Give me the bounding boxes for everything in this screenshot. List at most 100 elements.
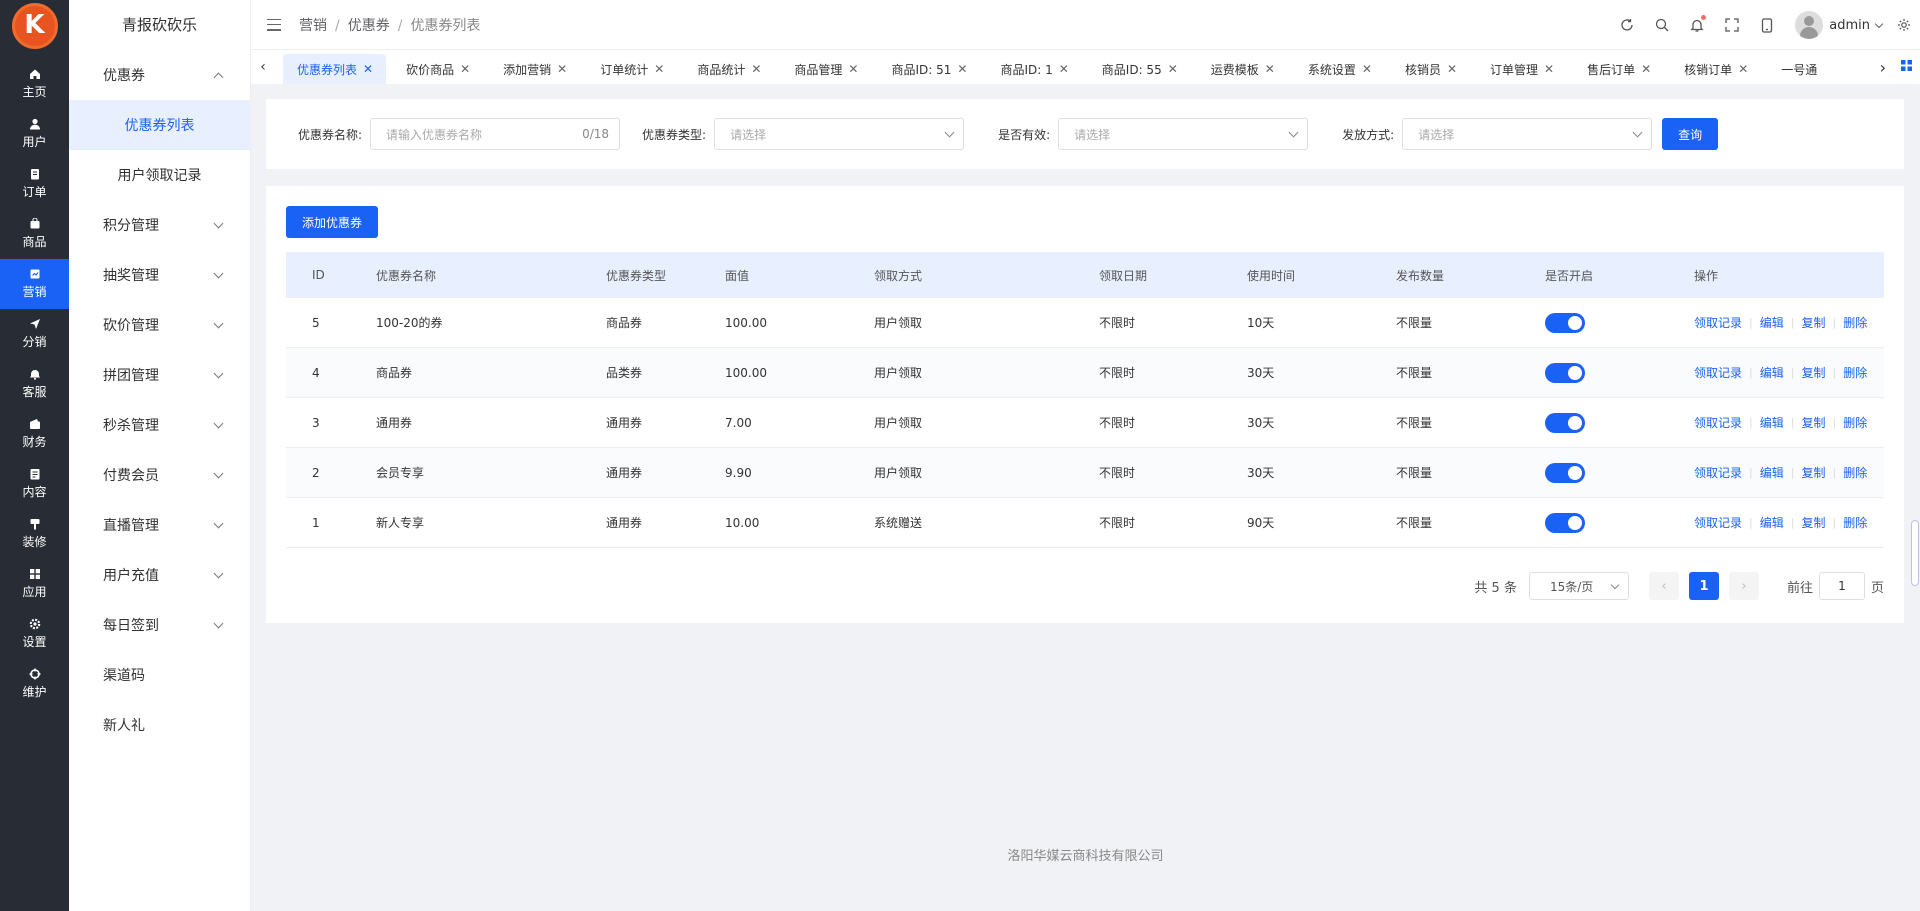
rail-item-finance[interactable]: 财务 [0,409,69,459]
submenu-item[interactable]: 砍价管理 [69,300,250,350]
submenu-item[interactable]: 秒杀管理 [69,400,250,450]
tab-item[interactable]: 商品管理 ✕ [780,54,871,84]
breadcrumb-item[interactable]: 营销 [299,18,327,34]
rail-item-settings[interactable]: 设置 [0,609,69,659]
close-icon[interactable]: ✕ [1168,62,1178,76]
close-icon[interactable]: ✕ [557,62,567,76]
delete-link[interactable]: 删除 [1843,414,1867,431]
tab-item[interactable]: 商品ID: 1 ✕ [986,54,1081,84]
fullscreen-icon[interactable] [1724,17,1740,33]
valid-select[interactable]: 请选择 [1058,118,1309,150]
submenu-item[interactable]: 每日签到 [69,600,250,650]
username[interactable]: admin [1829,18,1870,33]
close-icon[interactable]: ✕ [957,62,967,76]
submenu-item[interactable]: 拼团管理 [69,350,250,400]
edit-link[interactable]: 编辑 [1760,514,1784,531]
add-coupon-button[interactable]: 添加优惠券 [286,206,378,238]
rail-item-content[interactable]: 内容 [0,459,69,509]
submenu-item[interactable]: 优惠券 [69,50,250,100]
claim-record-link[interactable]: 领取记录 [1694,364,1742,381]
close-icon[interactable]: ✕ [1738,62,1748,76]
claim-record-link[interactable]: 领取记录 [1694,414,1742,431]
close-icon[interactable]: ✕ [1059,62,1069,76]
tabs-next-icon[interactable]: › [1880,58,1886,77]
close-icon[interactable]: ✕ [1641,62,1651,76]
gear-icon[interactable] [1896,17,1912,33]
breadcrumb-item[interactable]: 优惠券 [348,18,390,34]
tab-item[interactable]: 运费模板 ✕ [1197,54,1288,84]
edit-link[interactable]: 编辑 [1760,464,1784,481]
close-icon[interactable]: ✕ [654,62,664,76]
delete-link[interactable]: 删除 [1843,514,1867,531]
submenu-item[interactable]: 渠道码 [69,650,250,700]
rail-item-goods[interactable]: 商品 [0,209,69,259]
tab-item[interactable]: 砍价商品 ✕ [392,54,483,84]
submenu-item[interactable]: 直播管理 [69,500,250,550]
copy-link[interactable]: 复制 [1801,414,1825,431]
edit-link[interactable]: 编辑 [1760,364,1784,381]
tab-item[interactable]: 商品统计 ✕ [683,54,774,84]
claim-record-link[interactable]: 领取记录 [1694,514,1742,531]
delete-link[interactable]: 删除 [1843,364,1867,381]
app-logo[interactable]: K [11,3,58,49]
rail-item-maintain[interactable]: 维护 [0,659,69,709]
close-icon[interactable]: ✕ [1265,62,1275,76]
submenu-item[interactable]: 积分管理 [69,200,250,250]
tab-item[interactable]: 订单统计 ✕ [586,54,677,84]
page-size-select[interactable]: 15条/页 [1528,572,1629,600]
tabs-menu-icon[interactable] [1901,59,1913,75]
chevron-down-icon[interactable] [1874,19,1884,28]
tab-item[interactable]: 商品ID: 51 ✕ [877,54,980,84]
claim-record-link[interactable]: 领取记录 [1694,464,1742,481]
close-icon[interactable]: ✕ [751,62,761,76]
coupon-type-select[interactable]: 请选择 [714,118,965,150]
refresh-icon[interactable] [1619,17,1635,33]
tab-item[interactable]: 核销订单 ✕ [1670,54,1761,84]
copy-link[interactable]: 复制 [1801,464,1825,481]
rail-item-decorate[interactable]: 装修 [0,509,69,559]
rail-item-distribution[interactable]: 分销 [0,309,69,359]
close-icon[interactable]: ✕ [363,62,373,76]
page-number[interactable]: 1 [1688,572,1719,600]
close-icon[interactable]: ✕ [1362,62,1372,76]
tab-item[interactable]: 添加营销 ✕ [489,54,580,84]
close-icon[interactable]: ✕ [1447,62,1457,76]
rail-item-apps[interactable]: 应用 [0,559,69,609]
enabled-toggle[interactable] [1545,312,1585,333]
issue-method-select[interactable]: 请选择 [1402,118,1653,150]
copy-link[interactable]: 复制 [1801,314,1825,331]
close-icon[interactable]: ✕ [460,62,470,76]
rail-item-marketing[interactable]: 营销 [0,259,69,309]
avatar[interactable] [1795,11,1824,39]
submenu-item[interactable]: 优惠券列表 [69,100,250,150]
query-button[interactable]: 查询 [1662,118,1719,150]
mobile-icon[interactable] [1759,17,1775,33]
close-icon[interactable]: ✕ [1544,62,1554,76]
search-icon[interactable] [1654,17,1670,33]
enabled-toggle[interactable] [1545,362,1585,383]
claim-record-link[interactable]: 领取记录 [1694,314,1742,331]
submenu-item[interactable]: 付费会员 [69,450,250,500]
scrollbar-thumb[interactable] [1911,520,1919,586]
close-icon[interactable]: ✕ [848,62,858,76]
enabled-toggle[interactable] [1545,462,1585,483]
delete-link[interactable]: 删除 [1843,464,1867,481]
tab-item[interactable]: 一号通 [1767,54,1830,84]
rail-item-service[interactable]: 客服 [0,359,69,409]
tab-item[interactable]: 商品ID: 55 ✕ [1088,54,1191,84]
submenu-item[interactable]: 用户领取记录 [69,150,250,200]
enabled-toggle[interactable] [1545,412,1585,433]
goto-page-input[interactable]: 1 [1818,572,1865,600]
enabled-toggle[interactable] [1545,512,1585,533]
tab-item[interactable]: 售后订单 ✕ [1573,54,1664,84]
tab-item[interactable]: 订单管理 ✕ [1476,54,1567,84]
rail-item-home[interactable]: 主页 [0,59,69,109]
menu-toggle-icon[interactable] [267,18,281,31]
rail-item-user[interactable]: 用户 [0,109,69,159]
coupon-name-input[interactable]: 请输入优惠券名称 0/18 [370,118,621,150]
submenu-item[interactable]: 新人礼 [69,700,250,750]
submenu-item[interactable]: 用户充值 [69,550,250,600]
copy-link[interactable]: 复制 [1801,364,1825,381]
edit-link[interactable]: 编辑 [1760,314,1784,331]
delete-link[interactable]: 删除 [1843,314,1867,331]
